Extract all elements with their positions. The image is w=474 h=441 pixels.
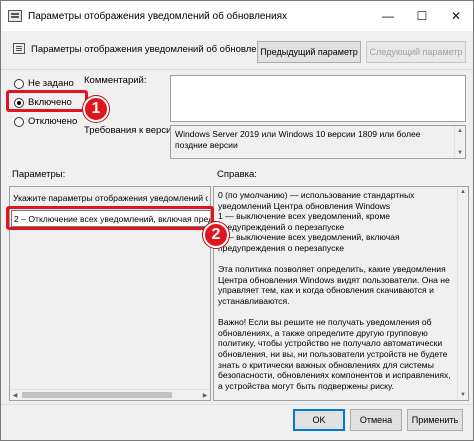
- options-scroll-thumb[interactable]: [22, 392, 172, 398]
- supported-scrollbar[interactable]: ▲ ▼: [454, 126, 465, 158]
- scroll-up-arrow-icon[interactable]: ▲: [455, 126, 465, 136]
- maximize-icon[interactable]: ☐: [405, 1, 439, 31]
- scroll-down-arrow-icon[interactable]: ▼: [455, 148, 465, 158]
- ok-button[interactable]: OK: [293, 409, 345, 431]
- comment-label: Комментарий:: [84, 75, 147, 86]
- supported-on-label: Требования к версии:: [84, 125, 180, 136]
- highlight-dropdown: [6, 206, 214, 230]
- supported-on-value: Windows Server 2019 или Windows 10 верси…: [175, 129, 421, 150]
- help-pane: 0 (по умолчанию) — использование стандар…: [213, 186, 469, 401]
- policy-setting-icon: [13, 43, 25, 54]
- radio-disabled[interactable]: Отключено: [14, 116, 77, 127]
- step-marker-2: 2: [203, 222, 229, 248]
- title-bar[interactable]: Параметры отображения уведомлений об обн…: [1, 1, 473, 31]
- help-paragraph-1: 0 (по умолчанию) — использование стандар…: [218, 190, 415, 253]
- help-scroll-down-icon[interactable]: ▼: [458, 390, 468, 400]
- options-horizontal-scrollbar[interactable]: ◀ ▶: [10, 389, 210, 400]
- close-icon[interactable]: ✕: [439, 1, 473, 31]
- radio-disabled-label: Отключено: [28, 116, 78, 127]
- help-paragraph-2: Эта политика позволяет определить, какие…: [218, 264, 450, 306]
- apply-button[interactable]: Применить: [407, 409, 463, 431]
- help-text: 0 (по умолчанию) — использование стандар…: [218, 190, 454, 400]
- header-divider: [1, 69, 473, 70]
- minimize-icon[interactable]: —: [371, 1, 405, 31]
- help-paragraph-3: Важно! Если вы решите не получать уведом…: [218, 317, 451, 391]
- policy-title: Параметры отображения уведомлений об обн…: [31, 44, 278, 55]
- footer-divider: [1, 404, 473, 405]
- help-scroll-up-icon[interactable]: ▲: [458, 187, 468, 197]
- radio-not-configured-circle[interactable]: [14, 78, 24, 89]
- scroll-left-arrow-icon[interactable]: ◀: [10, 390, 20, 400]
- policy-dialog-window: Параметры отображения уведомлений об обн…: [0, 0, 474, 441]
- radio-disabled-circle[interactable]: [14, 116, 24, 127]
- options-label: Параметры:: [12, 169, 66, 180]
- help-label: Справка:: [217, 169, 257, 180]
- cancel-button[interactable]: Отмена: [350, 409, 402, 431]
- options-description: Укажите параметры отображения уведомлени…: [13, 193, 208, 203]
- next-setting-button[interactable]: Следующий параметр: [366, 41, 466, 63]
- radio-not-configured[interactable]: Не задано: [14, 78, 74, 89]
- previous-setting-button[interactable]: Предыдущий параметр: [257, 41, 361, 63]
- scroll-right-arrow-icon[interactable]: ▶: [200, 390, 210, 400]
- step-marker-1: 1: [83, 96, 109, 122]
- help-scrollbar[interactable]: ▲ ▼: [457, 187, 468, 400]
- policy-app-icon: [8, 10, 22, 22]
- radio-not-configured-label: Не задано: [28, 78, 74, 89]
- highlight-enabled-option: [6, 90, 88, 112]
- window-title: Параметры отображения уведомлений об обн…: [28, 10, 287, 22]
- supported-on-box: Windows Server 2019 или Windows 10 верси…: [170, 125, 466, 159]
- comment-textarea[interactable]: [170, 75, 466, 122]
